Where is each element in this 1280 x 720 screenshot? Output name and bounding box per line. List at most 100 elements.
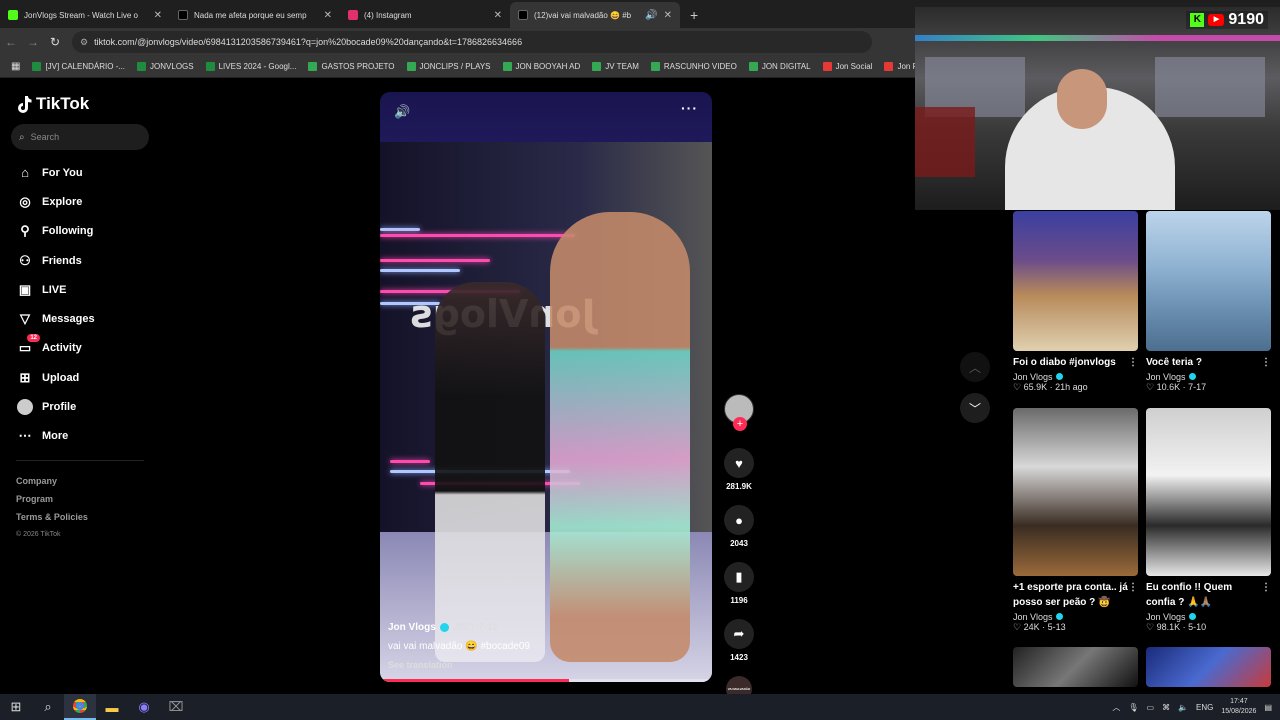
card-more-icon[interactable]: ⋮ <box>1261 355 1271 370</box>
apps-grid-icon[interactable]: ▦ <box>6 61 25 72</box>
comment-button[interactable]: ● <box>724 505 754 535</box>
browser-tab-kick[interactable]: JonVlogs Stream - Watch Live o ✕ <box>0 2 170 28</box>
related-video-card[interactable]: +1 esporte pra conta.. já posso ser peão… <box>1013 408 1138 633</box>
network-icon[interactable]: ⌘ <box>1162 703 1170 712</box>
card-more-icon[interactable]: ⋮ <box>1261 580 1271 595</box>
clock-date: 15/08/2026 <box>1221 708 1257 715</box>
card-more-icon[interactable]: ⋮ <box>1128 580 1138 595</box>
bookmark-icon <box>406 62 416 71</box>
site-info-icon[interactable]: ⚙ <box>80 37 88 48</box>
forward-icon[interactable]: → <box>22 35 44 49</box>
share-button[interactable]: ➦ <box>724 619 754 649</box>
creator-avatar[interactable]: + <box>724 394 754 431</box>
video-user[interactable]: Jon Vlogs <box>1146 612 1186 622</box>
close-tab-icon[interactable]: ✕ <box>154 10 162 21</box>
related-video-card[interactable]: Eu confio !! Quem confia ? 🙏🙏🏽 ⋮ Jon Vlog… <box>1146 408 1271 633</box>
video-thumbnail[interactable] <box>1013 211 1138 351</box>
new-tab-button[interactable]: + <box>680 2 708 28</box>
file-explorer-icon[interactable]: ▬ <box>96 694 128 720</box>
footer-company-link[interactable]: Company <box>16 472 88 490</box>
tiktok-logo[interactable]: TikTok <box>16 94 89 114</box>
speaker-icon[interactable]: 🔊 <box>645 10 657 21</box>
browser-tab-tiktok-active[interactable]: (12)vai vai malvadão 😄 #b 🔊 ✕ <box>510 2 680 28</box>
previous-video-button[interactable]: ︿ <box>960 352 990 382</box>
bookmark-item[interactable]: JONCLIPS / PLAYS <box>402 62 496 71</box>
video-player[interactable]: JonVlogs 🔊 ··· Jon Vlogs2021-7-12 vai va… <box>380 92 712 682</box>
video-author[interactable]: Jon Vlogs <box>388 622 436 633</box>
video-more-icon[interactable]: ··· <box>681 100 698 116</box>
tray-chevron-icon[interactable]: ︿ <box>1112 702 1120 713</box>
sidebar-item-upload[interactable]: ⊞ Upload <box>16 363 156 392</box>
next-video-button[interactable]: ﹀ <box>960 393 990 423</box>
sidebar-item-friends[interactable]: ⚇ Friends <box>16 246 156 275</box>
sidebar-item-explore[interactable]: ◎ Explore <box>16 187 156 216</box>
video-thumbnail[interactable] <box>1146 408 1271 576</box>
close-tab-icon[interactable]: ✕ <box>324 10 332 21</box>
url-field[interactable]: ⚙ tiktok.com/@jonvlogs/video/69841312035… <box>72 31 872 53</box>
volume-icon[interactable]: 🔈 <box>1178 703 1188 712</box>
bookmark-item[interactable]: JON DIGITAL <box>744 62 816 71</box>
see-translation-link[interactable]: See translation <box>388 656 530 675</box>
related-video-card[interactable]: Você teria ? ⋮ Jon Vlogs ♡ 10.6K · 7-17 <box>1146 211 1271 393</box>
card-more-icon[interactable]: ⋮ <box>1128 355 1138 370</box>
bookmark-item[interactable]: JON BOOYAH AD <box>498 62 586 71</box>
video-thumbnail[interactable] <box>1013 647 1138 687</box>
sidebar-item-more[interactable]: ⋯ More <box>16 422 156 451</box>
video-progress-bar[interactable] <box>380 679 712 682</box>
comment-icon: ● <box>735 512 743 528</box>
notifications-icon[interactable]: ▤ <box>1264 703 1272 712</box>
volume-icon[interactable]: 🔊 <box>394 104 410 120</box>
close-tab-icon[interactable]: ✕ <box>494 10 502 21</box>
chrome-taskbar-icon[interactable] <box>64 694 96 720</box>
search-input[interactable]: ⌕ Search <box>11 124 149 150</box>
bookmark-item[interactable]: Jon Social <box>818 62 878 71</box>
input-language[interactable]: ENG <box>1196 703 1213 712</box>
mic-icon[interactable]: 🎙 <box>1128 703 1138 712</box>
sidebar-item-messages[interactable]: ▽ Messages <box>16 304 156 333</box>
bookmark-item[interactable]: GASTOS PROJETO <box>303 62 399 71</box>
windows-start-icon[interactable]: ⊞ <box>0 694 32 720</box>
search-icon[interactable]: ⌕ <box>32 694 64 720</box>
video-user[interactable]: Jon Vlogs <box>1013 612 1053 622</box>
browser-tab-instagram[interactable]: (4) Instagram ✕ <box>340 2 510 28</box>
browser-tab-tiktok-1[interactable]: Nada me afeta porque eu semp ✕ <box>170 2 340 28</box>
follow-plus-icon[interactable]: + <box>733 417 747 431</box>
related-video-card[interactable] <box>1146 647 1271 687</box>
bookmark-item[interactable]: JONVLOGS <box>132 62 199 71</box>
app-taskbar-icon[interactable]: ⌧ <box>160 694 192 720</box>
reload-icon[interactable]: ↻ <box>44 35 66 49</box>
bookmark-icon <box>502 62 512 71</box>
footer-program-link[interactable]: Program <box>16 490 88 508</box>
sidebar-item-following[interactable]: ⚲ Following <box>16 217 156 246</box>
video-user[interactable]: Jon Vlogs <box>1013 372 1053 382</box>
battery-icon[interactable]: ▭ <box>1147 703 1155 712</box>
clock[interactable]: 17:47 15/08/2026 <box>1221 697 1256 717</box>
footer-terms-link[interactable]: Terms & Policies <box>16 508 88 526</box>
save-button[interactable]: ▮ <box>724 562 754 592</box>
bookmark-icon: ▮ <box>735 569 743 584</box>
sidebar-item-label: Messages <box>42 313 95 326</box>
sidebar-item-for-you[interactable]: ⌂ For You <box>16 158 156 187</box>
discord-taskbar-icon[interactable]: ◉ <box>128 694 160 720</box>
bookmark-item[interactable]: RASCUNHO VIDEO <box>646 62 742 71</box>
verified-icon <box>1055 373 1063 380</box>
video-user[interactable]: Jon Vlogs <box>1146 372 1186 382</box>
like-button[interactable]: ♥ <box>724 448 754 478</box>
sidebar-item-live[interactable]: ▣ LIVE <box>16 275 156 304</box>
tiktok-favicon-icon <box>178 10 188 20</box>
sidebar-item-activity[interactable]: ▭ 12 Activity <box>16 334 156 363</box>
bookmark-item[interactable]: LIVES 2024 - Googl... <box>201 62 302 71</box>
bookmark-icon <box>308 62 318 71</box>
video-thumbnail[interactable] <box>1146 647 1271 687</box>
close-tab-icon[interactable]: ✕ <box>664 10 672 21</box>
related-video-card[interactable] <box>1013 647 1138 687</box>
back-icon[interactable]: ← <box>0 35 22 49</box>
video-title: Foi o diabo #jonvlogs <box>1013 357 1116 368</box>
bookmark-item[interactable]: [JV] CALENDÁRIO -... <box>27 62 130 71</box>
sidebar-item-profile[interactable]: Profile <box>16 392 156 421</box>
video-thumbnail[interactable] <box>1146 211 1271 351</box>
bookmark-label: JON BOOYAH AD <box>515 62 581 71</box>
related-video-card[interactable]: Foi o diabo #jonvlogs ⋮ Jon Vlogs ♡ 65.9K… <box>1013 211 1138 393</box>
bookmark-item[interactable]: JV TEAM <box>587 62 644 71</box>
video-thumbnail[interactable] <box>1013 408 1138 576</box>
